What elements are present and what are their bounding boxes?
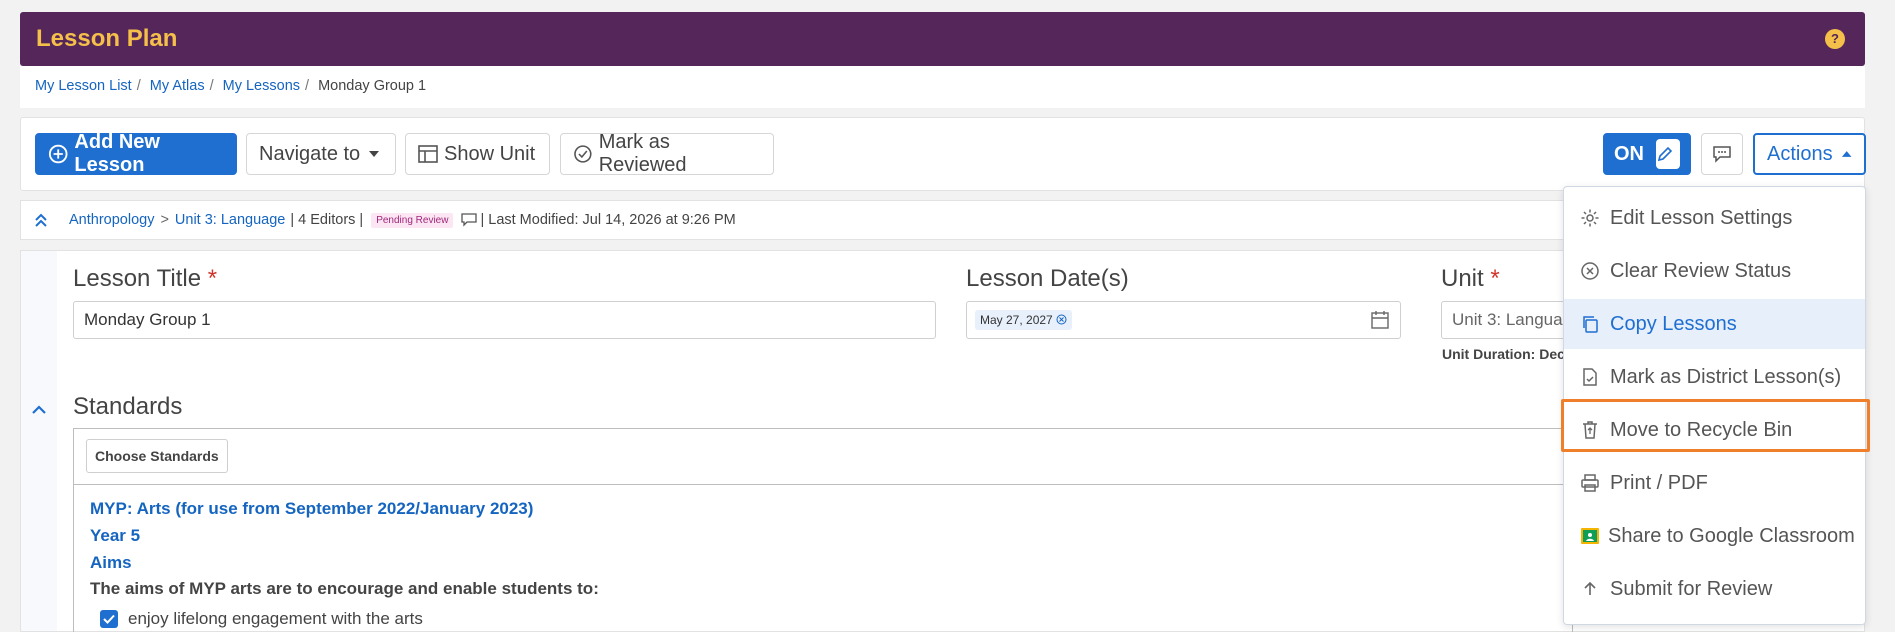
page-header: Lesson Plan ? xyxy=(20,12,1865,66)
chevron-up-icon[interactable] xyxy=(31,405,47,415)
standards-toolbar: Choose Standards xyxy=(74,429,1572,485)
lesson-title-input[interactable]: Monday Group 1 xyxy=(73,301,936,339)
caret-up-icon xyxy=(1841,151,1852,157)
edit-mode-toggle[interactable]: ON xyxy=(1603,133,1691,175)
printer-icon xyxy=(1581,474,1599,492)
breadcrumb-my-lesson-list[interactable]: My Lesson List xyxy=(35,78,132,94)
menu-item-copy-lessons[interactable]: Copy Lessons xyxy=(1564,299,1865,349)
menu-item-print-pdf[interactable]: Print / PDF xyxy=(1564,458,1865,508)
menu-item-clear-review-status[interactable]: Clear Review Status xyxy=(1564,246,1865,296)
file-check-icon xyxy=(1583,368,1597,386)
comment-icon xyxy=(1713,146,1731,163)
page-title: Lesson Plan xyxy=(36,25,178,52)
choose-standards-button[interactable]: Choose Standards xyxy=(86,439,228,473)
mark-as-reviewed-label: Mark as Reviewed xyxy=(598,131,687,176)
copy-icon xyxy=(1583,316,1598,333)
menu-item-submit-for-review[interactable]: Submit for Review xyxy=(1564,564,1865,614)
plus-circle-icon xyxy=(48,144,68,164)
unit-duration: Unit Duration: Dec xyxy=(1442,346,1565,362)
standards-heading: Standards xyxy=(73,393,183,420)
comments-button[interactable] xyxy=(1701,133,1743,175)
navigate-to-dropdown[interactable]: Navigate to xyxy=(246,133,396,175)
add-new-lesson-button[interactable]: Add New Lesson xyxy=(35,131,237,176)
status-badge: Pending Review xyxy=(371,212,454,228)
pencil-icon xyxy=(1656,139,1680,169)
double-chevron-up-icon[interactable] xyxy=(33,212,49,228)
breadcrumb-current: Monday Group 1 xyxy=(318,78,427,94)
remove-date-icon[interactable] xyxy=(1056,314,1067,325)
standard-item: enjoy lifelong engagement with the arts xyxy=(100,609,423,629)
actions-menu: Edit Lesson Settings Clear Review Status… xyxy=(1563,186,1866,625)
show-unit-button[interactable]: Show Unit xyxy=(405,133,550,175)
mark-as-reviewed-button[interactable]: Mark as Reviewed xyxy=(560,131,774,176)
menu-item-edit-lesson-settings[interactable]: Edit Lesson Settings xyxy=(1564,193,1865,243)
actions-button[interactable]: Actions xyxy=(1753,133,1866,175)
aims-intro: The aims of MYP arts are to encourage an… xyxy=(90,579,599,598)
breadcrumb-my-lessons[interactable]: My Lessons xyxy=(223,78,300,94)
lesson-dates-label: Lesson Date(s) xyxy=(966,265,1129,292)
close-circle-icon xyxy=(1581,262,1599,280)
last-modified: | Last Modified: Jul 14, 2026 at 9:26 PM xyxy=(480,212,736,228)
lesson-dates-input[interactable]: May 27, 2027 xyxy=(966,301,1401,339)
google-classroom-icon xyxy=(1581,528,1599,544)
unit-link[interactable]: Unit 3: Language xyxy=(175,212,285,228)
breadcrumb-my-atlas[interactable]: My Atlas xyxy=(150,78,205,94)
help-icon[interactable]: ? xyxy=(1825,29,1845,49)
standard-framework: MYP: Arts (for use from September 2022/J… xyxy=(90,499,534,518)
toolbar: Add New Lesson Navigate to Show Unit Mar… xyxy=(20,117,1866,191)
date-chip: May 27, 2027 xyxy=(975,310,1073,330)
upload-icon xyxy=(1584,581,1596,595)
menu-item-share-google-classroom[interactable]: Share to Google Classroom xyxy=(1564,511,1865,561)
section-gutter xyxy=(21,251,57,631)
layout-icon xyxy=(418,145,438,163)
standard-year: Year 5 xyxy=(90,526,141,545)
navigate-to-label: Navigate to xyxy=(259,142,361,165)
add-new-lesson-label: Add New Lesson xyxy=(74,131,160,176)
menu-item-move-to-recycle-bin[interactable]: Move to Recycle Bin xyxy=(1564,405,1865,455)
subject-link[interactable]: Anthropology xyxy=(69,212,154,228)
caret-down-icon xyxy=(369,151,380,157)
checkbox-checked-icon[interactable] xyxy=(100,610,118,628)
actions-label: Actions xyxy=(1767,142,1833,165)
show-unit-label: Show Unit xyxy=(444,142,536,165)
comment-icon[interactable] xyxy=(461,213,478,227)
standard-aims: Aims xyxy=(90,553,132,572)
editors-count: | 4 Editors | xyxy=(290,212,364,228)
standard-item-label: enjoy lifelong engagement with the arts xyxy=(128,609,423,628)
unit-label: Unit * xyxy=(1441,265,1500,292)
standards-box: Choose Standards MYP: Arts (for use from… xyxy=(73,428,1573,632)
edit-mode-label: ON xyxy=(1614,142,1644,165)
check-circle-icon xyxy=(574,145,592,163)
menu-item-mark-district-lessons[interactable]: Mark as District Lesson(s) xyxy=(1564,352,1865,402)
breadcrumb: My Lesson List / My Atlas / My Lessons / Mo… xyxy=(20,66,1865,108)
gear-icon xyxy=(1581,209,1599,227)
lesson-title-label: Lesson Title * xyxy=(73,265,218,292)
recycle-bin-icon xyxy=(1583,421,1597,439)
calendar-icon[interactable] xyxy=(1370,310,1390,330)
